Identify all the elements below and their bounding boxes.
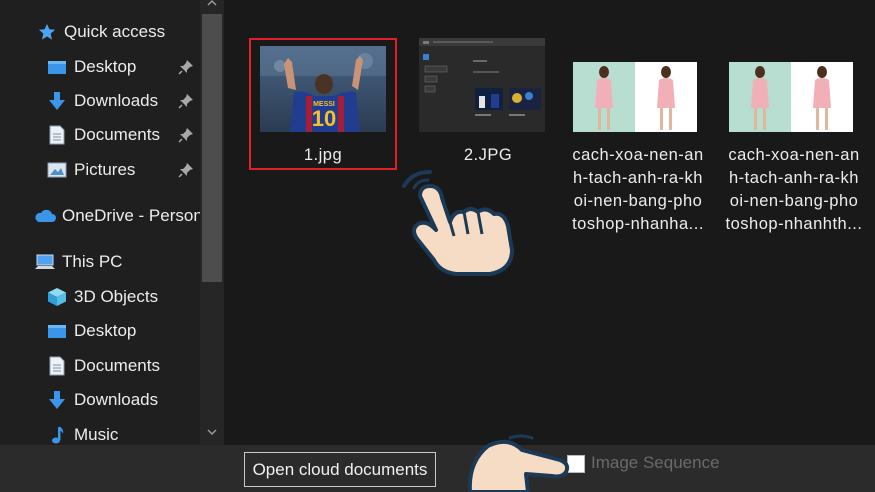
documents-icon [46, 124, 68, 146]
file-name-line: cach-xoa-nen-an [572, 146, 704, 164]
sidebar-item-label: Desktop [74, 321, 137, 340]
file-name-line: toshop-nhanhth... [725, 215, 863, 233]
download-arrow-icon [46, 389, 68, 411]
file-tile-2[interactable]: 2.JPG [414, 38, 562, 170]
scrollbar-thumb[interactable] [202, 14, 222, 282]
hand-pointer-icon [402, 170, 514, 276]
desktop-folder-icon [46, 320, 68, 342]
cube-icon [46, 286, 68, 308]
sidebar-item-label: Documents [74, 356, 160, 375]
sidebar-item-3d-objects[interactable]: 3D Objects [46, 282, 158, 312]
photo-thumbnail [419, 38, 545, 132]
download-arrow-icon [46, 90, 68, 112]
file-tile-1[interactable]: MESSI 10 1.jpg [249, 38, 397, 170]
pin-icon[interactable] [178, 59, 194, 75]
sidebar-item-documents-pc[interactable]: Documents [46, 351, 160, 381]
file-name-line: oi-nen-bang-pho [573, 192, 703, 210]
sidebar-item-label: Quick access [64, 22, 166, 41]
photo-thumbnail: MESSI 10 [260, 46, 386, 132]
sidebar-item-label: 3D Objects [74, 287, 159, 306]
bottom-bar [0, 445, 875, 492]
sidebar-scrollbar[interactable] [200, 0, 224, 445]
photo-thumbnail [729, 62, 853, 132]
image-sequence-label: Image Sequence [591, 453, 720, 472]
computer-icon [34, 251, 56, 273]
sidebar-item-label: Documents [74, 125, 160, 144]
cloud-icon [34, 205, 56, 227]
sidebar-item-onedrive[interactable]: OneDrive - Person [34, 201, 203, 231]
sidebar-item-label: OneDrive - Person [62, 206, 203, 225]
open-cloud-documents-button[interactable]: Open cloud documents [244, 452, 436, 487]
sidebar-item-label: This PC [62, 252, 123, 271]
hand-pointer-icon [467, 434, 570, 492]
chevron-up-icon[interactable] [207, 0, 217, 8]
documents-icon [46, 355, 68, 377]
svg-text:10: 10 [312, 106, 336, 131]
pin-icon[interactable] [178, 93, 194, 109]
music-note-icon [46, 424, 68, 446]
file-name: 1.jpg [303, 146, 343, 164]
file-name-line: oi-nen-bang-pho [729, 192, 859, 210]
file-name: 2.JPG [463, 146, 513, 164]
sidebar-item-label: Downloads [74, 390, 159, 409]
file-name-line: h-tach-anh-ra-kh [729, 169, 859, 187]
chevron-down-icon[interactable] [207, 427, 217, 437]
sidebar-item-label: Music [74, 425, 119, 444]
pin-icon[interactable] [178, 127, 194, 143]
file-name-line: toshop-nhanha... [572, 215, 704, 233]
sidebar-item-pictures[interactable]: Pictures [46, 155, 135, 185]
navigation-pane: Quick access Desktop Downloads Documents… [0, 0, 224, 445]
photo-thumbnail [573, 62, 697, 132]
sidebar-item-label: Pictures [74, 160, 136, 179]
sidebar-item-quick-access[interactable]: Quick access [36, 17, 165, 47]
desktop-folder-icon [46, 56, 68, 78]
sidebar-item-this-pc[interactable]: This PC [34, 247, 122, 277]
sidebar-item-downloads-pc[interactable]: Downloads [46, 385, 158, 415]
star-icon [36, 21, 58, 43]
sidebar-item-documents[interactable]: Documents [46, 120, 160, 150]
pin-icon[interactable] [178, 162, 194, 178]
file-tile-4[interactable]: cach-xoa-nen-an h-tach-anh-ra-kh oi-nen-… [720, 38, 868, 238]
sidebar-item-desktop-pc[interactable]: Desktop [46, 316, 136, 346]
file-tile-3[interactable]: cach-xoa-nen-an h-tach-anh-ra-kh oi-nen-… [564, 38, 712, 238]
file-view: MESSI 10 1.jpg 2.JPG cach-xoa-nen-an h-t… [224, 0, 875, 445]
sidebar-item-desktop[interactable]: Desktop [46, 52, 136, 82]
file-name-line: h-tach-anh-ra-kh [573, 169, 703, 187]
sidebar-item-downloads[interactable]: Downloads [46, 86, 158, 116]
sidebar-item-label: Desktop [74, 57, 137, 76]
pictures-icon [46, 159, 68, 181]
file-name-line: cach-xoa-nen-an [728, 146, 860, 164]
sidebar-item-label: Downloads [74, 91, 159, 110]
